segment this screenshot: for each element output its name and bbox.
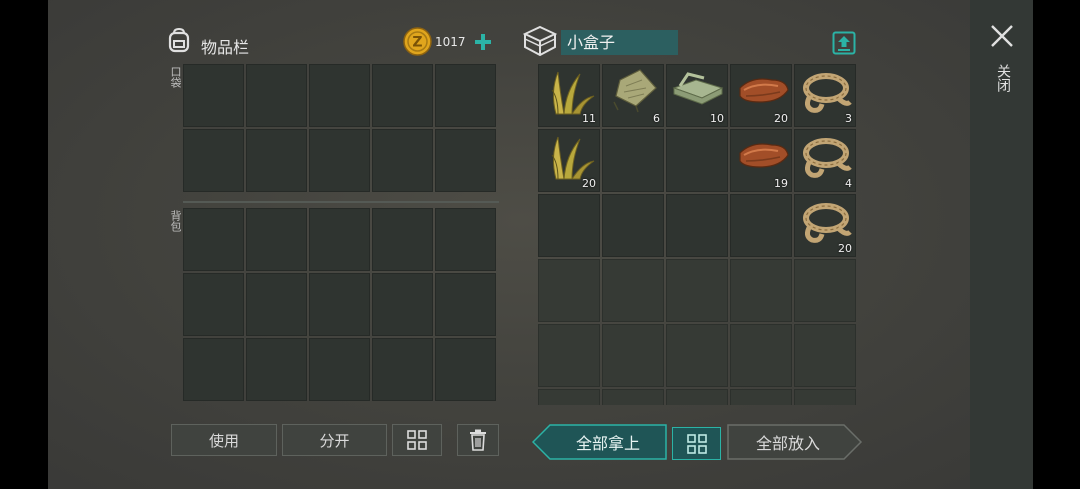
inventory-slot[interactable] bbox=[309, 129, 370, 192]
inventory-slot[interactable] bbox=[372, 338, 433, 401]
inventory-slot[interactable] bbox=[730, 324, 792, 387]
inventory-slot[interactable] bbox=[372, 129, 433, 192]
inventory-slot[interactable] bbox=[372, 273, 433, 336]
inventory-slot[interactable] bbox=[602, 389, 664, 405]
pocket-label: 口袋 bbox=[169, 66, 182, 88]
container-sort-button[interactable] bbox=[672, 427, 721, 460]
container-slot-cloth-scrap[interactable]: 6 bbox=[602, 64, 664, 127]
inventory-slot[interactable] bbox=[435, 129, 496, 192]
inventory-slot[interactable] bbox=[246, 208, 307, 271]
close-icon[interactable] bbox=[990, 24, 1014, 48]
inventory-slot[interactable] bbox=[794, 324, 856, 387]
inventory-slot[interactable] bbox=[730, 194, 792, 257]
inventory-slot[interactable] bbox=[666, 194, 728, 257]
put-all-button[interactable]: 全部放入 bbox=[728, 424, 848, 460]
upload-icon[interactable] bbox=[832, 31, 856, 55]
inventory-title: 物品栏 bbox=[201, 38, 250, 57]
section-divider bbox=[183, 201, 499, 203]
inventory-slot[interactable] bbox=[666, 389, 728, 405]
container-slot-leather[interactable]: 19 bbox=[730, 129, 792, 192]
inventory-slot[interactable] bbox=[794, 259, 856, 322]
item-count: 3 bbox=[845, 112, 852, 125]
delete-button[interactable] bbox=[457, 424, 499, 456]
inventory-slot[interactable] bbox=[309, 273, 370, 336]
inventory-slot[interactable] bbox=[246, 129, 307, 192]
svg-text:Z: Z bbox=[412, 35, 422, 51]
item-count: 4 bbox=[845, 177, 852, 190]
inventory-slot[interactable] bbox=[183, 64, 244, 127]
inventory-slot[interactable] bbox=[435, 273, 496, 336]
inventory-slot[interactable] bbox=[538, 324, 600, 387]
box-icon bbox=[523, 25, 557, 57]
inventory-slot[interactable] bbox=[309, 338, 370, 401]
coin-icon: Z bbox=[403, 27, 432, 56]
inventory-slot[interactable] bbox=[246, 64, 307, 127]
inventory-slot[interactable] bbox=[246, 273, 307, 336]
trash-icon bbox=[470, 429, 486, 451]
container-grid: 11 6 10 20 3 20 19 4 20 bbox=[538, 64, 856, 405]
item-count: 6 bbox=[653, 112, 660, 125]
inventory-slot[interactable] bbox=[666, 259, 728, 322]
inventory-slot[interactable] bbox=[602, 129, 664, 192]
add-coins-icon[interactable] bbox=[474, 33, 492, 51]
container-slot-rope[interactable]: 3 bbox=[794, 64, 856, 127]
pocket-grid bbox=[183, 64, 496, 192]
inventory-slot[interactable] bbox=[666, 129, 728, 192]
container-slot-rope[interactable]: 4 bbox=[794, 129, 856, 192]
inventory-slot[interactable] bbox=[372, 64, 433, 127]
container-slot-cloth-stack[interactable]: 10 bbox=[666, 64, 728, 127]
coin-count: 1017 bbox=[435, 35, 466, 49]
inventory-slot[interactable] bbox=[309, 208, 370, 271]
inventory-slot[interactable] bbox=[372, 208, 433, 271]
item-count: 20 bbox=[838, 242, 852, 255]
inventory-slot[interactable] bbox=[602, 194, 664, 257]
split-button[interactable]: 分开 bbox=[282, 424, 387, 456]
inventory-slot[interactable] bbox=[730, 389, 792, 405]
container-slot-grass[interactable]: 20 bbox=[538, 129, 600, 192]
container-name-field[interactable]: 小盒子 bbox=[561, 30, 678, 55]
container-slot-rope[interactable]: 20 bbox=[794, 194, 856, 257]
item-count: 19 bbox=[774, 177, 788, 190]
inventory-slot[interactable] bbox=[183, 208, 244, 271]
inventory-slot[interactable] bbox=[183, 129, 244, 192]
item-count: 10 bbox=[710, 112, 724, 125]
item-count: 11 bbox=[582, 112, 596, 125]
screen-edge bbox=[1033, 0, 1080, 489]
grid-icon bbox=[686, 433, 707, 454]
inventory-slot[interactable] bbox=[309, 64, 370, 127]
sort-button[interactable] bbox=[392, 424, 442, 456]
inventory-slot[interactable] bbox=[602, 324, 664, 387]
item-count: 20 bbox=[582, 177, 596, 190]
inventory-slot[interactable] bbox=[794, 389, 856, 405]
use-button[interactable]: 使用 bbox=[171, 424, 277, 456]
inventory-slot[interactable] bbox=[730, 259, 792, 322]
inventory-slot[interactable] bbox=[435, 64, 496, 127]
inventory-slot[interactable] bbox=[435, 208, 496, 271]
inventory-slot[interactable] bbox=[602, 259, 664, 322]
inventory-slot[interactable] bbox=[538, 259, 600, 322]
inventory-slot[interactable] bbox=[183, 273, 244, 336]
backpack-label: 背包 bbox=[169, 210, 182, 232]
inventory-slot[interactable] bbox=[183, 338, 244, 401]
item-count: 20 bbox=[774, 112, 788, 125]
inventory-slot[interactable] bbox=[246, 338, 307, 401]
grid-icon bbox=[407, 430, 427, 450]
container-slot-leather[interactable]: 20 bbox=[730, 64, 792, 127]
inventory-slot[interactable] bbox=[538, 389, 600, 405]
container-slot-grass[interactable]: 11 bbox=[538, 64, 600, 127]
backpack-icon bbox=[168, 27, 190, 53]
inventory-slot[interactable] bbox=[666, 324, 728, 387]
inventory-slot[interactable] bbox=[538, 194, 600, 257]
backpack-grid bbox=[183, 208, 496, 405]
take-all-button[interactable]: 全部拿上 bbox=[550, 424, 666, 460]
inventory-slot[interactable] bbox=[435, 338, 496, 401]
close-label[interactable]: 关闭 bbox=[993, 64, 1013, 92]
